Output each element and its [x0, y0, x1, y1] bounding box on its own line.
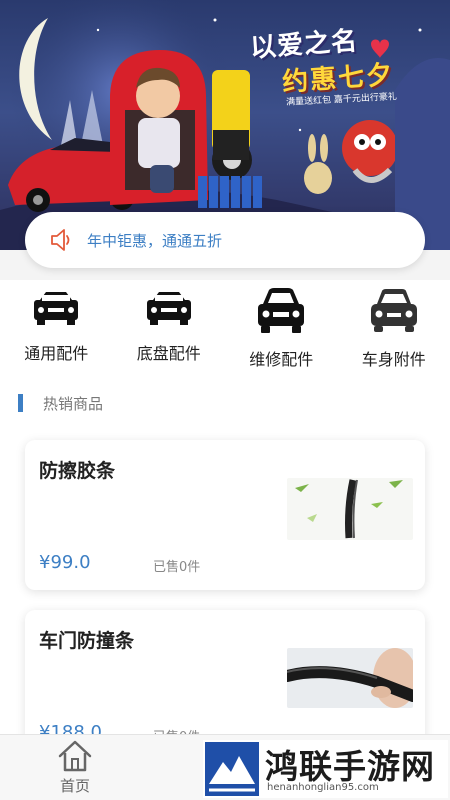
category-label: 车身附件 [361, 350, 426, 369]
car-front-icon [258, 288, 305, 333]
watermark-name: 鸿联手游网 [265, 747, 435, 786]
category-item-chassis[interactable]: 底盘配件 [113, 280, 226, 380]
product-card[interactable]: 防擦胶条 ¥99.0 已售0件 [25, 440, 425, 590]
product-list: 防擦胶条 ¥99.0 已售0件 车门防撞条 ¥188.0 [0, 426, 450, 760]
car-front-icon [146, 292, 191, 325]
notice-text: 年中钜惠，通通五折 [87, 231, 223, 250]
category-item-body[interactable]: 车身附件 [338, 280, 450, 380]
product-image [287, 648, 413, 708]
product-name: 防擦胶条 [39, 460, 116, 482]
product-price: ¥99.0 [39, 552, 91, 573]
category-label: 维修配件 [249, 350, 314, 369]
product-image [287, 478, 413, 540]
site-watermark: 鸿联手游网 henanhonglian95.com [203, 740, 448, 798]
category-item-general[interactable]: 通用配件 [0, 280, 113, 380]
category-label: 底盘配件 [136, 344, 201, 363]
section-title: 热销商品 [43, 394, 104, 413]
category-grid: 通用配件 底盘配件 维修配件 车身附件 [0, 280, 450, 380]
door-guard-strip-image [287, 648, 413, 708]
car-front-icon [370, 289, 417, 332]
category-item-repair[interactable]: 维修配件 [225, 280, 338, 380]
car-front-icon [34, 292, 79, 325]
speaker-icon [51, 229, 70, 251]
section-header: 热销商品 [0, 380, 450, 426]
watermark-url: henanhonglian95.com [267, 782, 379, 793]
watermark-logo [205, 742, 259, 796]
product-name: 车门防撞条 [39, 630, 135, 652]
tab-home-label: 首页 [59, 777, 90, 795]
cartoon-character [342, 120, 398, 176]
category-label: 通用配件 [24, 344, 89, 363]
app-screen: 以爱之名 约惠七夕 满量送红包 嘉千元出行豪礼 年中钜惠，通通五折 通用配件 底… [0, 0, 450, 800]
notice-bar[interactable]: 年中钜惠，通通五折 [25, 212, 425, 268]
tab-home[interactable]: 首页 [50, 739, 100, 796]
product-sold-count: 已售0件 [153, 560, 201, 575]
section-accent-bar [18, 394, 23, 412]
rubber-strip-image [287, 478, 413, 540]
home-icon [58, 740, 92, 772]
